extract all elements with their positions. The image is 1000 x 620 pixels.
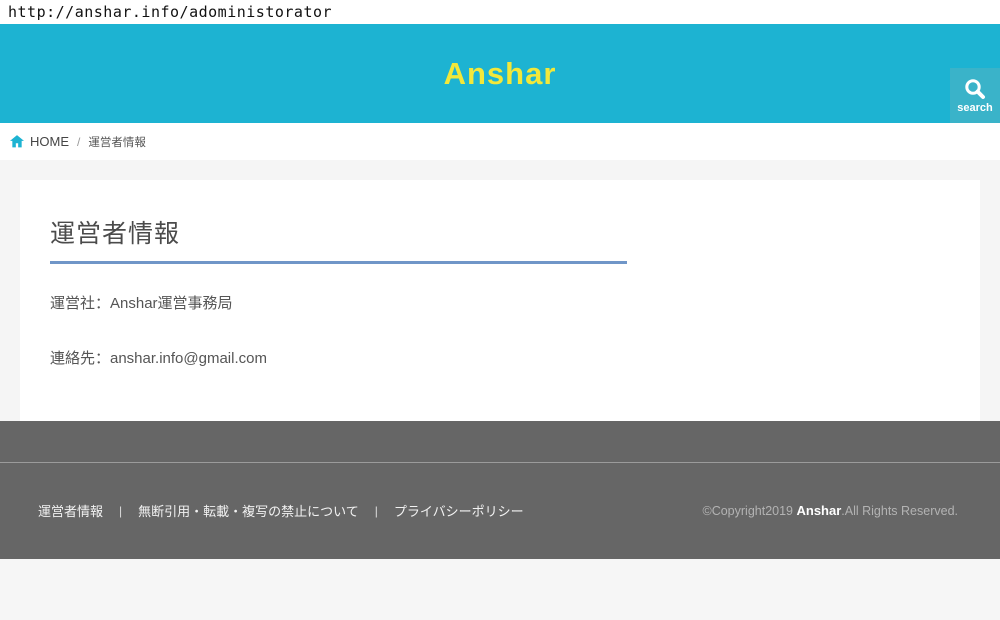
copyright-suffix: .All Rights Reserved. (841, 504, 958, 518)
page-title: 運営者情報 (50, 214, 627, 264)
url-bar: http://anshar.info/adoministorator (0, 0, 1000, 24)
breadcrumb-home-link[interactable]: HOME (30, 134, 69, 149)
copyright-text: ©Copyright2019 Anshar.All Rights Reserve… (702, 503, 958, 518)
footer-main: 運営者情報 | 無断引用・転載・複写の禁止について | プライバシーポリシー ©… (0, 462, 1000, 558)
copyright-brand: Anshar (796, 503, 841, 518)
contact-line: 連絡先：anshar.info@gmail.com (50, 347, 950, 368)
footer-links: 運営者情報 | 無断引用・転載・複写の禁止について | プライバシーポリシー (38, 501, 524, 520)
content-card: 運営者情報 運営社：Anshar運営事務局 連絡先：anshar.info@gm… (20, 180, 980, 421)
site-logo[interactable]: Anshar (0, 56, 1000, 92)
breadcrumb-current: 運営者情報 (88, 134, 146, 150)
breadcrumb: HOME / 運営者情報 (10, 134, 146, 150)
footer-link-no-reproduction[interactable]: 無断引用・転載・複写の禁止について (138, 501, 359, 520)
operator-line: 運営社：Anshar運営事務局 (50, 292, 950, 313)
copyright-prefix: ©Copyright2019 (702, 504, 796, 518)
footer-top-strip (0, 421, 1000, 462)
footer-link-privacy-policy[interactable]: プライバシーポリシー (394, 501, 524, 520)
breadcrumb-separator: / (77, 135, 80, 149)
site-footer: 運営者情報 | 無断引用・転載・複写の禁止について | プライバシーポリシー ©… (0, 421, 1000, 559)
footer-link-operator-info[interactable]: 運営者情報 (38, 501, 103, 520)
footer-link-separator: | (375, 504, 378, 518)
search-icon (962, 77, 988, 101)
search-button-label: search (957, 102, 992, 114)
bottom-strip (0, 559, 1000, 620)
page-background: 運営者情報 運営社：Anshar運営事務局 連絡先：anshar.info@gm… (0, 160, 1000, 421)
url-text: http://anshar.info/adoministorator (8, 3, 332, 21)
home-icon (10, 135, 24, 148)
search-button[interactable]: search (950, 68, 1000, 123)
footer-link-separator: | (119, 504, 122, 518)
site-header: Anshar search (0, 24, 1000, 123)
breadcrumb-bar: HOME / 運営者情報 (0, 123, 1000, 160)
